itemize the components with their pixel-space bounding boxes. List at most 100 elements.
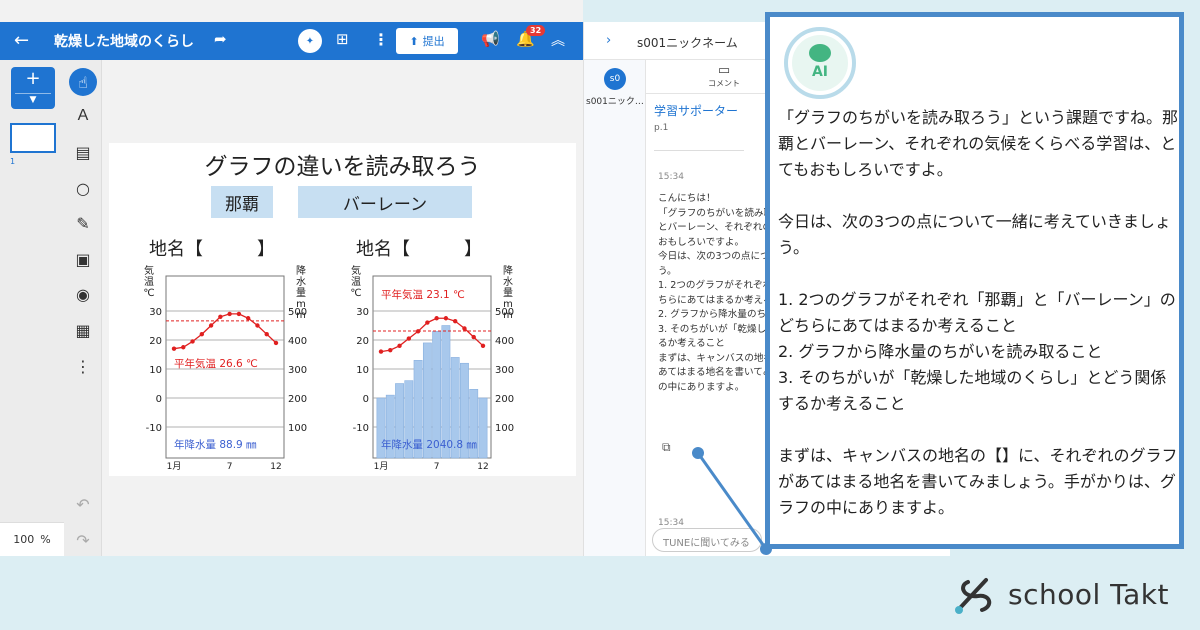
y-axis-label-right: m xyxy=(296,310,306,321)
ai-avatar: AI xyxy=(784,27,856,99)
y-tick-left: 20 xyxy=(149,336,162,347)
temperature-point xyxy=(218,314,223,319)
more-vert-icon[interactable]: ⋮ xyxy=(373,30,389,49)
notification-badge: 32 xyxy=(526,25,546,36)
zoom-control[interactable]: 100 % xyxy=(0,522,64,556)
x-tick-label: 7 xyxy=(434,462,440,472)
plus-icon: + xyxy=(25,68,41,89)
text-tool-icon[interactable]: A xyxy=(69,102,97,130)
y-tick-right: 100 xyxy=(495,423,514,434)
tab-comment[interactable]: ▭ コメント xyxy=(694,63,754,89)
y-tick-left: 20 xyxy=(356,336,369,347)
temperature-point xyxy=(199,332,205,337)
canvas-area[interactable]: グラフの違いを読み取ろう 那覇 バーレーン 地名【 】 地名【 】 30 20 10… xyxy=(102,60,583,556)
more-dots-icon[interactable]: ⋮ xyxy=(69,352,97,380)
y-tick-left: 10 xyxy=(356,365,369,376)
y-axis-label-left: ℃ xyxy=(143,288,154,299)
circle-shape-icon[interactable]: ○ xyxy=(69,174,97,202)
image-icon[interactable]: ▣ xyxy=(69,245,97,273)
y-axis-label-right: 水 xyxy=(503,276,513,288)
tab-comment-label: コメント xyxy=(708,79,740,88)
ai-assist-icon[interactable]: ✦ xyxy=(298,29,322,53)
sticky-note-icon[interactable]: ▤ xyxy=(69,138,97,166)
y-tick-left: 0 xyxy=(363,394,369,405)
share-icon[interactable]: ➦ xyxy=(214,30,227,48)
collapse-up-icon[interactable]: ︽ xyxy=(551,30,565,50)
x-tick-label: 7 xyxy=(227,462,233,472)
y-axis-label-right: 量 xyxy=(503,287,513,299)
annotation-average-temp: 平年気温 23.1 ℃ xyxy=(381,288,465,301)
temperature-point xyxy=(480,343,486,348)
callout-text: 「グラフのちがいを読み取ろう」という課題ですね。那覇とバーレーン、それぞれの気候… xyxy=(778,108,1179,517)
temperature-point xyxy=(236,311,242,317)
panel-user-title: s001ニックネーム xyxy=(637,36,738,50)
user-name[interactable]: s001ニック… xyxy=(586,94,644,107)
x-tick-label: 1月 xyxy=(374,461,389,472)
upload-icon: ⬆ xyxy=(409,34,419,48)
y-tick-left: 30 xyxy=(356,307,369,318)
y-axis-label-right: 降 xyxy=(296,264,306,277)
undo-icon[interactable]: ↶ xyxy=(69,490,97,518)
page-thumbnail[interactable] xyxy=(10,123,56,153)
page-title: 乾燥した地域のくらし xyxy=(54,34,194,50)
zoom-value: 100 xyxy=(13,533,35,546)
y-tick-right: 200 xyxy=(495,394,514,405)
temperature-point xyxy=(397,343,402,348)
temperature-point xyxy=(434,316,439,321)
megaphone-icon[interactable]: 📢 xyxy=(481,30,500,48)
chat-bubble-icon xyxy=(809,44,831,62)
y-axis-label-left: ℃ xyxy=(350,288,361,299)
comment-icon: ▭ xyxy=(717,63,731,78)
message-timestamp-2: 15:34 xyxy=(658,518,684,528)
climate-chart-right: 3020100-10500400300200100気温℃降水量mm1月 7 12平年… xyxy=(350,264,514,472)
y-tick-left: 30 xyxy=(149,307,162,318)
page-ref: p.1 xyxy=(654,123,669,133)
slide-card: グラフの違いを読み取ろう 那覇 バーレーン 地名【 】 地名【 】 30 20 10… xyxy=(109,143,576,476)
brand-name: school Takt xyxy=(1008,577,1169,611)
temperature-point xyxy=(245,316,251,321)
temperature-point xyxy=(255,323,260,328)
y-tick-left: 0 xyxy=(156,394,162,405)
zoom-unit: % xyxy=(40,533,51,546)
y-axis-label-left: 気 xyxy=(144,264,154,277)
y-axis-label-left: 温 xyxy=(144,276,154,288)
ai-callout: AI 「グラフのちがいを読み取ろう」という課題ですね。那覇とバーレーン、それぞれ… xyxy=(765,12,1184,549)
add-page-button[interactable]: + ▼ xyxy=(11,67,55,109)
temperature-point xyxy=(208,323,214,328)
page-sidebar: + ▼ 1 100 % xyxy=(0,60,64,556)
y-tick-right: 300 xyxy=(288,365,307,376)
annotation-annual-rain: 年降水量 2040.8 ㎜ xyxy=(381,438,477,451)
back-arrow-icon[interactable]: ← xyxy=(14,30,29,51)
copy-icon[interactable]: ⧉ xyxy=(662,440,671,455)
submit-label: 提出 xyxy=(422,35,445,48)
y-axis-label-right: m xyxy=(503,299,513,310)
avatar[interactable]: s0 xyxy=(604,68,626,90)
brand-logo: school Takt xyxy=(954,572,1169,616)
temperature-point xyxy=(264,332,269,337)
slide-title: グラフの違いを読み取ろう xyxy=(204,154,481,180)
temperature-point xyxy=(425,320,430,325)
user-list: s0 s001ニック… xyxy=(584,60,646,556)
submit-button[interactable]: ⬆ 提出 xyxy=(396,28,458,54)
tag-bahrain: バーレーン xyxy=(298,186,472,218)
chevron-right-icon[interactable]: › xyxy=(606,33,611,48)
presentation-icon[interactable]: ⊞ xyxy=(336,30,349,48)
chevron-down-icon[interactable]: ▼ xyxy=(15,93,51,106)
page-number: 1 xyxy=(10,157,16,166)
camera-icon[interactable]: ◉ xyxy=(69,280,97,308)
temperature-point xyxy=(181,345,186,350)
top-bar: ← 乾燥した地域のくらし ➦ ✦ ⊞ ⋮ ⬆ 提出 📢 🔔 32 ︽ xyxy=(0,22,583,60)
ai-label: AI xyxy=(811,64,829,80)
table-grid-icon[interactable]: ▦ xyxy=(69,316,97,344)
annotation-average-temp: 平年気温 26.6 ℃ xyxy=(174,357,258,370)
chat-input[interactable]: TUNEに聞いてみる xyxy=(652,528,762,552)
pencil-icon[interactable]: ✎ xyxy=(69,209,97,237)
y-tick-right: 100 xyxy=(288,423,307,434)
annotation-annual-rain: 年降水量 88.9 ㎜ xyxy=(174,438,257,451)
y-axis-label-left: 温 xyxy=(351,276,361,288)
redo-icon[interactable]: ↷ xyxy=(69,526,97,554)
temperature-point xyxy=(171,346,177,351)
pointer-hand-icon[interactable]: ☝ xyxy=(69,68,97,96)
supporter-name: 学習サポーター xyxy=(654,104,739,118)
x-tick-label: 12 xyxy=(270,462,281,472)
